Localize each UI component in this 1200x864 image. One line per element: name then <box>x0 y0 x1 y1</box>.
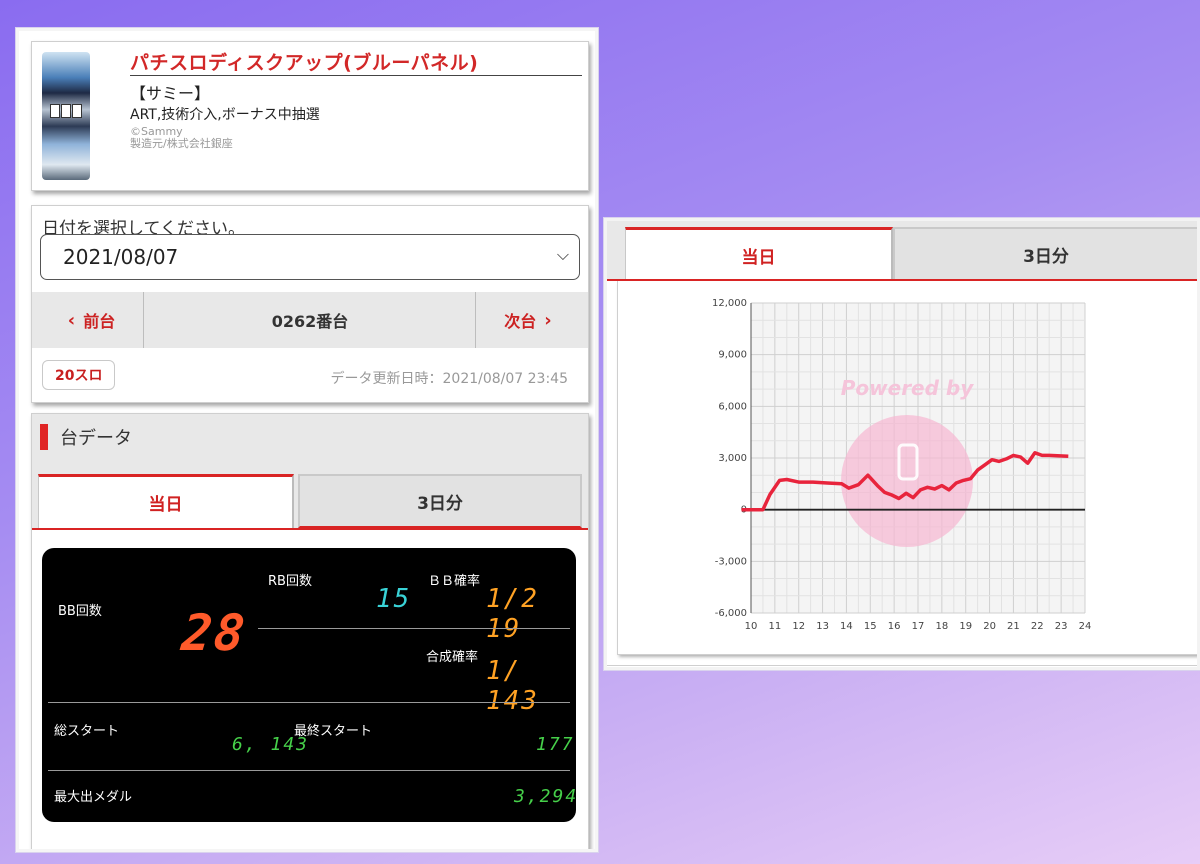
copyright-line-2: 製造元/株式会社銀座 <box>130 137 233 150</box>
watermark-text: Powered by <box>841 376 974 400</box>
machine-data-screenshot: パチスロディスクアップ(ブルーパネル) 【サミー】 ART,技術介入,ボーナス中… <box>16 28 598 852</box>
copyright-text: ©Sammy 製造元/株式会社銀座 <box>130 126 233 150</box>
chevron-right-icon: › <box>544 309 552 331</box>
tab-today[interactable]: 当日 <box>38 474 294 528</box>
x-tick-label: 19 <box>959 621 972 632</box>
x-tick-label: 10 <box>745 621 758 632</box>
x-tick-label: 22 <box>1031 621 1044 632</box>
lcd-divider-top <box>258 628 570 629</box>
graph-screenshot: 当日 3日分 Powered by 12,000 9,000 6,000 3,000 0… <box>604 218 1200 670</box>
tab-underline <box>32 528 588 530</box>
bb-count-value: 28 <box>178 604 250 662</box>
prev-machine-label: 前台 <box>83 312 116 331</box>
chevron-left-icon: ‹ <box>67 309 76 331</box>
date-select[interactable]: 2021/08/07 ⌵ <box>40 234 580 280</box>
last-start-value: 177 <box>536 734 575 755</box>
machine-image <box>42 52 90 180</box>
max-medal-label: 最大出メダル <box>54 790 133 805</box>
y-tick-label: 6,000 <box>718 401 747 412</box>
y-tick-label: 12,000 <box>712 298 747 309</box>
max-medal-value: 3,294 <box>514 786 579 807</box>
rate-badge: 20スロ <box>42 360 116 390</box>
lcd-divider-bottom <box>48 770 570 771</box>
x-tick-label: 20 <box>983 621 996 632</box>
prev-machine-button[interactable]: ‹ 前台 <box>32 292 144 348</box>
x-tick-label: 12 <box>792 621 805 632</box>
lcd-display: BB回数 28 RB回数 15 ＢＢ確率 1/2 19 合成確率 1/ 143 … <box>42 548 576 822</box>
y-tick-label: -3,000 <box>715 556 747 567</box>
machine-number: 0262番台 <box>271 312 349 331</box>
x-tick-label: 23 <box>1055 621 1068 632</box>
rb-count-label: RB回数 <box>268 574 312 589</box>
section-title: 台データ <box>60 428 132 449</box>
date-select-value: 2021/08/07 <box>63 245 179 269</box>
x-tick-label: 15 <box>864 621 877 632</box>
x-tick-label: 14 <box>840 621 853 632</box>
graph-tab-today[interactable]: 当日 <box>625 227 893 281</box>
total-start-label: 総スタート <box>54 724 120 739</box>
machine-title[interactable]: パチスロディスクアップ(ブルーパネル) <box>130 48 478 75</box>
lcd-divider-middle <box>48 702 570 703</box>
x-tick-label: 21 <box>1007 621 1020 632</box>
machine-info-card: パチスロディスクアップ(ブルーパネル) 【サミー】 ART,技術介入,ボーナス中… <box>31 41 589 191</box>
updated-timestamp: データ更新日時：2021/08/07 23:45 <box>330 371 569 387</box>
x-tick-label: 13 <box>816 621 829 632</box>
next-machine-button[interactable]: 次台 › <box>475 292 588 348</box>
y-axis-labels: 12,0009,0006,0003,0000-3,000-6,000 <box>712 298 747 619</box>
graph-bottom-edge <box>607 665 1197 667</box>
graph-tabs: 当日 3日分 <box>607 221 1197 281</box>
section-header: 台データ <box>32 414 588 460</box>
x-tick-label: 16 <box>888 621 901 632</box>
data-tabs: 当日 3日分 <box>32 460 588 530</box>
bb-rate-value: 1/2 19 <box>486 584 539 644</box>
graph-tab-3days[interactable]: 3日分 <box>893 227 1197 281</box>
x-tick-label: 11 <box>768 621 781 632</box>
slump-graph: Powered by 12,0009,0006,0003,0000-3,000-… <box>712 298 1092 632</box>
combined-rate-value: 1/ 143 <box>486 656 539 716</box>
y-tick-label: -6,000 <box>715 608 747 619</box>
combined-rate-label: 合成確率 <box>426 650 479 665</box>
y-tick-label: 3,000 <box>718 453 747 464</box>
x-tick-label: 17 <box>912 621 925 632</box>
machine-features: ART,技術介入,ボーナス中抽選 <box>130 107 320 123</box>
next-machine-label: 次台 <box>504 312 537 331</box>
rb-count-value: 15 <box>376 584 412 614</box>
x-axis-labels: 10 11 12 13 14 15 16 17 18 19 20 21 22 23 24 <box>745 621 1092 632</box>
x-tick-label: 24 <box>1079 621 1092 632</box>
chevron-down-icon: ⌵ <box>556 245 569 264</box>
section-marker <box>40 424 48 450</box>
x-tick-label: 18 <box>935 621 948 632</box>
graph-tab-underline <box>607 279 1197 281</box>
tab-3days[interactable]: 3日分 <box>298 474 582 528</box>
title-divider <box>130 75 582 76</box>
y-tick-label: 9,000 <box>718 350 747 361</box>
machine-maker: 【サミー】 <box>130 84 211 103</box>
date-selection-card: 日付を選択してください。 2021/08/07 ⌵ ‹ 前台 0262番台 次台… <box>31 205 589 403</box>
last-start-label: 最終スタート <box>294 724 373 739</box>
machine-nav-bar: ‹ 前台 0262番台 次台 › <box>32 292 588 348</box>
bb-rate-label: ＢＢ確率 <box>428 574 481 589</box>
machine-data-card: 台データ 当日 3日分 BB回数 28 RB回数 15 ＢＢ確率 1/2 19 … <box>31 413 589 849</box>
bb-count-label: BB回数 <box>58 604 102 619</box>
